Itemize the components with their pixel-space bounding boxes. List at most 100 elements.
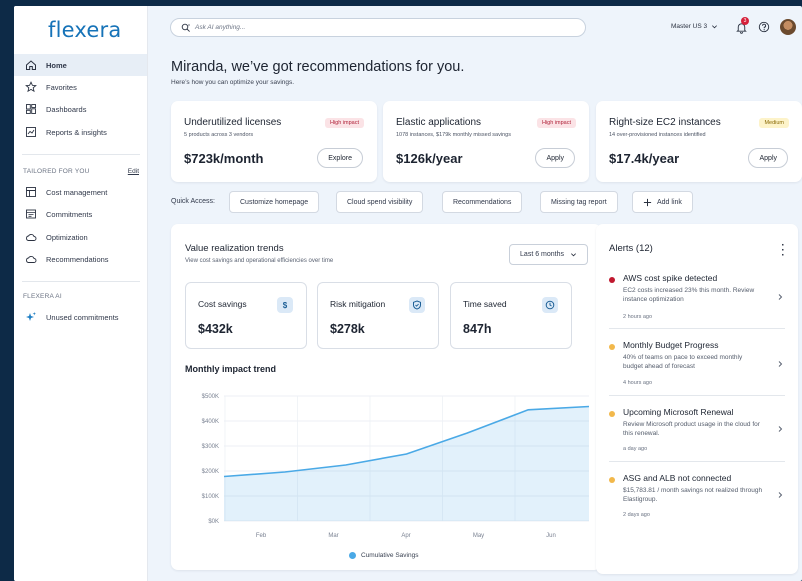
sidebar-item-favorites[interactable]: Favorites [14,76,147,98]
sidebar-item-commitments[interactable]: Commitments [14,203,147,225]
sparkle-icon [24,311,37,324]
alert-item[interactable]: Monthly Budget Progress 40% of teams on … [596,340,798,400]
account-label: Master US 3 [671,23,708,30]
metric-card: Time saved 847h [450,282,572,349]
notification-badge: 3 [741,17,749,25]
sidebar-item-optimization[interactable]: Optimization [14,226,147,248]
alert-title: Upcoming Microsoft Renewal [623,407,734,417]
panel-title: Value realization trends [185,243,284,254]
account-selector[interactable]: Master US 3 [671,23,718,30]
alert-body: EC2 costs increased 23% this month. Revi… [623,287,755,303]
clock-icon [542,297,558,313]
alert-item[interactable]: Upcoming Microsoft Renewal Review Micros… [596,407,798,467]
x-tick-label: Apr [401,533,410,539]
sidebar-item-label: Home [46,60,67,70]
metric-value: 847h [463,322,492,336]
sidebar-item-unused-commitments[interactable]: Unused commitments [14,306,147,328]
impact-badge: High impact [324,118,364,128]
sidebar-item-label: Commitments [46,209,93,219]
sidebar-item-label: Reports & insights [46,127,107,137]
panel-subtitle: View cost savings and operational effici… [185,258,334,264]
card-title: Underutilized licenses [184,117,282,128]
recommendation-card: Elastic applications High impact 1078 in… [383,101,589,182]
alert-divider [609,395,785,396]
star-icon [24,81,37,94]
alert-item[interactable]: AWS cost spike detected EC2 costs increa… [596,273,798,333]
x-tick-label: May [473,533,484,539]
sidebar-item-label: Unused commitments [46,312,119,322]
cloud-icon [24,253,37,266]
x-tick-label: Feb [256,533,267,539]
alert-divider [609,328,785,329]
apply-button[interactable]: Apply [748,148,788,168]
card-title: Right-size EC2 instances [609,117,721,128]
recommendation-card: Underutilized licenses High impact 5 pro… [171,101,377,182]
area-fill [224,406,589,521]
quick-access-label: Quick Access: [171,198,215,205]
sidebar-item-dashboards[interactable]: Dashboards [14,98,147,120]
alert-severity-dot [609,477,615,483]
card-subtitle: 5 products across 3 vendors [184,132,254,138]
quick-link[interactable]: Cloud spend visibility [336,191,424,213]
sidebar-item-home[interactable]: Home [14,54,147,76]
alert-severity-dot [609,277,615,283]
alert-item[interactable]: ASG and ALB not connected $15,783.81 / m… [596,473,798,533]
metric-label: Time saved [463,299,507,309]
cloud-icon [24,231,37,244]
metric-label: Risk mitigation [330,299,386,309]
card-value: $17.4k/year [609,151,680,166]
sidebar-divider [22,154,140,155]
flexera-logo[interactable]: flexera [48,18,121,42]
explore-button[interactable]: Explore [317,148,363,168]
quick-link[interactable]: Customize homepage [229,191,320,213]
alert-body: Review Microsoft product usage in the cl… [623,421,760,437]
range-select[interactable]: Last 6 months [509,244,588,265]
recommendation-card: Right-size EC2 instances Medium 14 over-… [596,101,802,182]
more-options-icon[interactable]: · · · [781,241,785,261]
legend-label: Cumulative Savings [361,552,419,559]
legend-swatch [349,552,356,559]
alert-title: AWS cost spike detected [623,273,718,283]
avatar[interactable] [780,19,796,35]
cost-icon [24,186,37,199]
plus-icon [643,198,652,206]
chart-legend: Cumulative Savings [349,552,418,559]
metric-card: Cost savings $ $432k [185,282,307,349]
range-value: Last 6 months [520,251,564,258]
x-tick-label: Jun [546,533,556,539]
sidebar-item-recommendations[interactable]: Recommendations [14,248,147,270]
edit-link[interactable]: Edit [128,168,139,175]
value-realization-panel: Value realization trends View cost savin… [171,224,601,570]
page-title: Miranda, we’ve got recommendations for y… [171,59,465,75]
quick-link[interactable]: Recommendations [442,191,523,213]
home-icon [24,59,37,72]
sidebar-item-label: Recommendations [46,254,109,264]
app-frame: flexera Home Favorites Dashboards Report… [14,6,802,581]
chevron-down-icon [571,253,576,257]
sidebar-item-label: Dashboards [46,104,87,114]
y-tick-label: $100K [202,494,219,500]
sidebar-item-reports[interactable]: Reports & insights [14,121,147,143]
ai-search-icon [181,23,191,32]
y-tick-label: $0K [208,519,219,525]
sidebar-divider [22,281,140,282]
y-tick-label: $200K [202,469,219,475]
chart-title: Monthly impact trend [185,364,277,374]
add-link-button[interactable]: Add link [632,191,693,213]
chevron-right-icon [778,426,783,432]
apply-button[interactable]: Apply [535,148,575,168]
chevron-down-icon [712,25,718,29]
card-title: Elastic applications [396,117,482,128]
chevron-right-icon [778,294,783,300]
card-value: $723k/month [184,151,264,166]
quick-link[interactable]: Missing tag report [540,191,618,213]
help-icon[interactable] [757,20,771,34]
dashboard-icon [24,103,37,116]
alert-title: ASG and ALB not connected [623,473,732,483]
y-tick-label: $500K [202,394,219,400]
section-flexera-ai: FLEXERA AI [23,293,62,300]
alert-body: 40% of teams on pace to exceed monthly b… [623,354,743,370]
sidebar-item-cost-management[interactable]: Cost management [14,181,147,203]
page-subtitle: Here’s how you can optimize your savings… [171,79,295,86]
search-input[interactable]: Ask AI anything... [170,18,586,37]
